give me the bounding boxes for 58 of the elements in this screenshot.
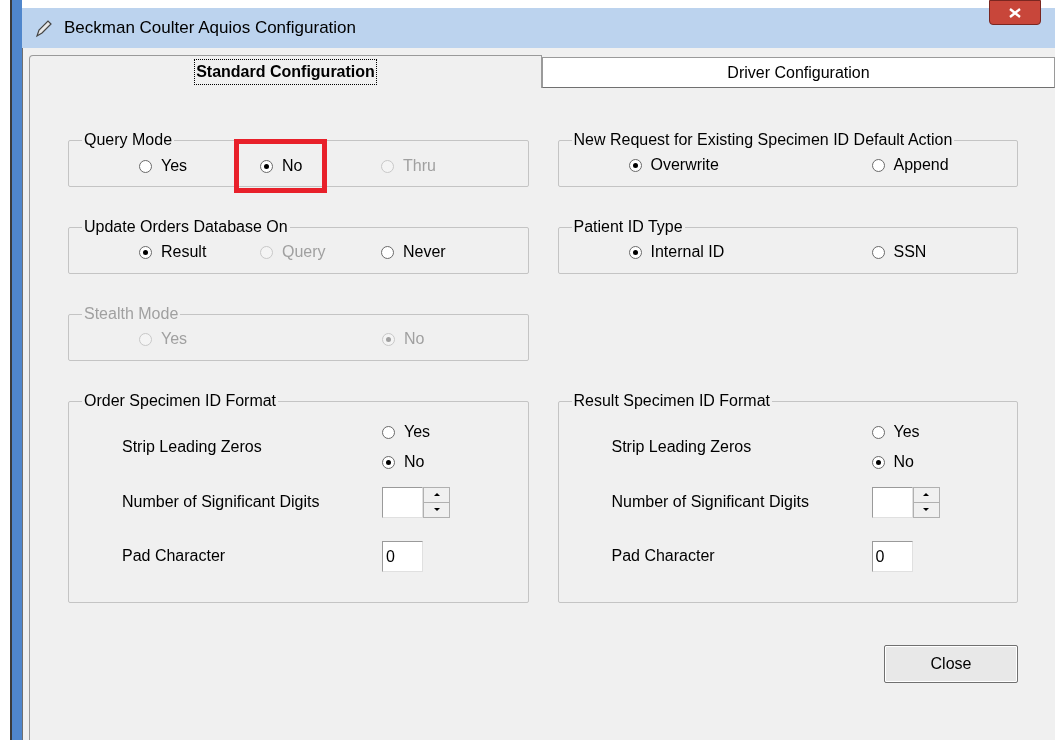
spin-buttons[interactable] [423, 486, 450, 518]
option-label: No [282, 156, 303, 176]
close-icon [1009, 7, 1021, 18]
option-label: Yes [404, 422, 431, 442]
option-label: No [404, 329, 425, 349]
radio-button[interactable] [871, 425, 885, 439]
group-title: Query Mode [83, 130, 174, 150]
radio-button[interactable] [382, 455, 395, 469]
option-label: Append [893, 155, 949, 175]
radio-button[interactable] [260, 159, 273, 173]
down-arrow-icon [433, 508, 440, 511]
number-field[interactable] [382, 486, 423, 518]
option-label: Overwrite [650, 155, 719, 175]
radio-button[interactable] [628, 245, 642, 259]
radio-button[interactable] [139, 159, 152, 173]
dialog-close-button[interactable]: Close [884, 645, 1018, 683]
field-label: Number of Significant Digits [611, 492, 810, 512]
option-label: No [404, 452, 425, 472]
radio-button[interactable] [871, 245, 885, 259]
group-title: Result Specimen ID Format [572, 391, 771, 411]
option-label: SSN [893, 242, 927, 262]
radio-button[interactable] [871, 455, 885, 469]
spin-buttons[interactable] [912, 486, 940, 518]
pen-icon [34, 18, 54, 38]
group-title: Stealth Mode [83, 304, 180, 324]
up-arrow-icon [433, 493, 440, 496]
field-label: Pad Character [122, 546, 227, 566]
tab[interactable]: Driver Configuration [542, 57, 1055, 88]
up-arrow-icon [923, 493, 929, 496]
option-label: No [893, 452, 914, 472]
field-label: Number of Significant Digits [122, 492, 321, 512]
radio-button[interactable] [381, 245, 394, 259]
field-label: Strip Leading Zeros [122, 437, 263, 457]
pad-character-field[interactable]: 0 [871, 540, 913, 572]
option-label: Thru [403, 156, 436, 176]
group-title: Update Orders Database On [83, 217, 289, 237]
radio-button[interactable] [382, 425, 395, 439]
close-button[interactable] [989, 0, 1041, 25]
option-label: Internal ID [650, 242, 725, 262]
option-label: Yes [893, 422, 920, 442]
option-label: Yes [161, 329, 188, 349]
radio-button[interactable] [871, 158, 885, 172]
window-title: Beckman Coulter Aquios Configuration [64, 17, 356, 40]
field-label: Strip Leading Zeros [611, 437, 753, 457]
option-label: Query [282, 242, 326, 262]
number-field[interactable] [871, 486, 913, 518]
tab[interactable]: Standard Configuration [29, 55, 542, 88]
radio-button[interactable] [139, 245, 152, 259]
group-title: Patient ID Type [572, 217, 684, 237]
pad-character-field[interactable]: 0 [382, 540, 423, 572]
radio-button[interactable] [628, 158, 642, 172]
option-label: Result [161, 242, 207, 262]
option-label: Yes [161, 156, 188, 176]
down-arrow-icon [923, 508, 929, 511]
group-title: Order Specimen ID Format [83, 391, 278, 411]
field-label: Pad Character [611, 546, 716, 566]
option-label: Never [403, 242, 446, 262]
group-title: New Request for Existing Specimen ID Default Action [572, 130, 954, 150]
